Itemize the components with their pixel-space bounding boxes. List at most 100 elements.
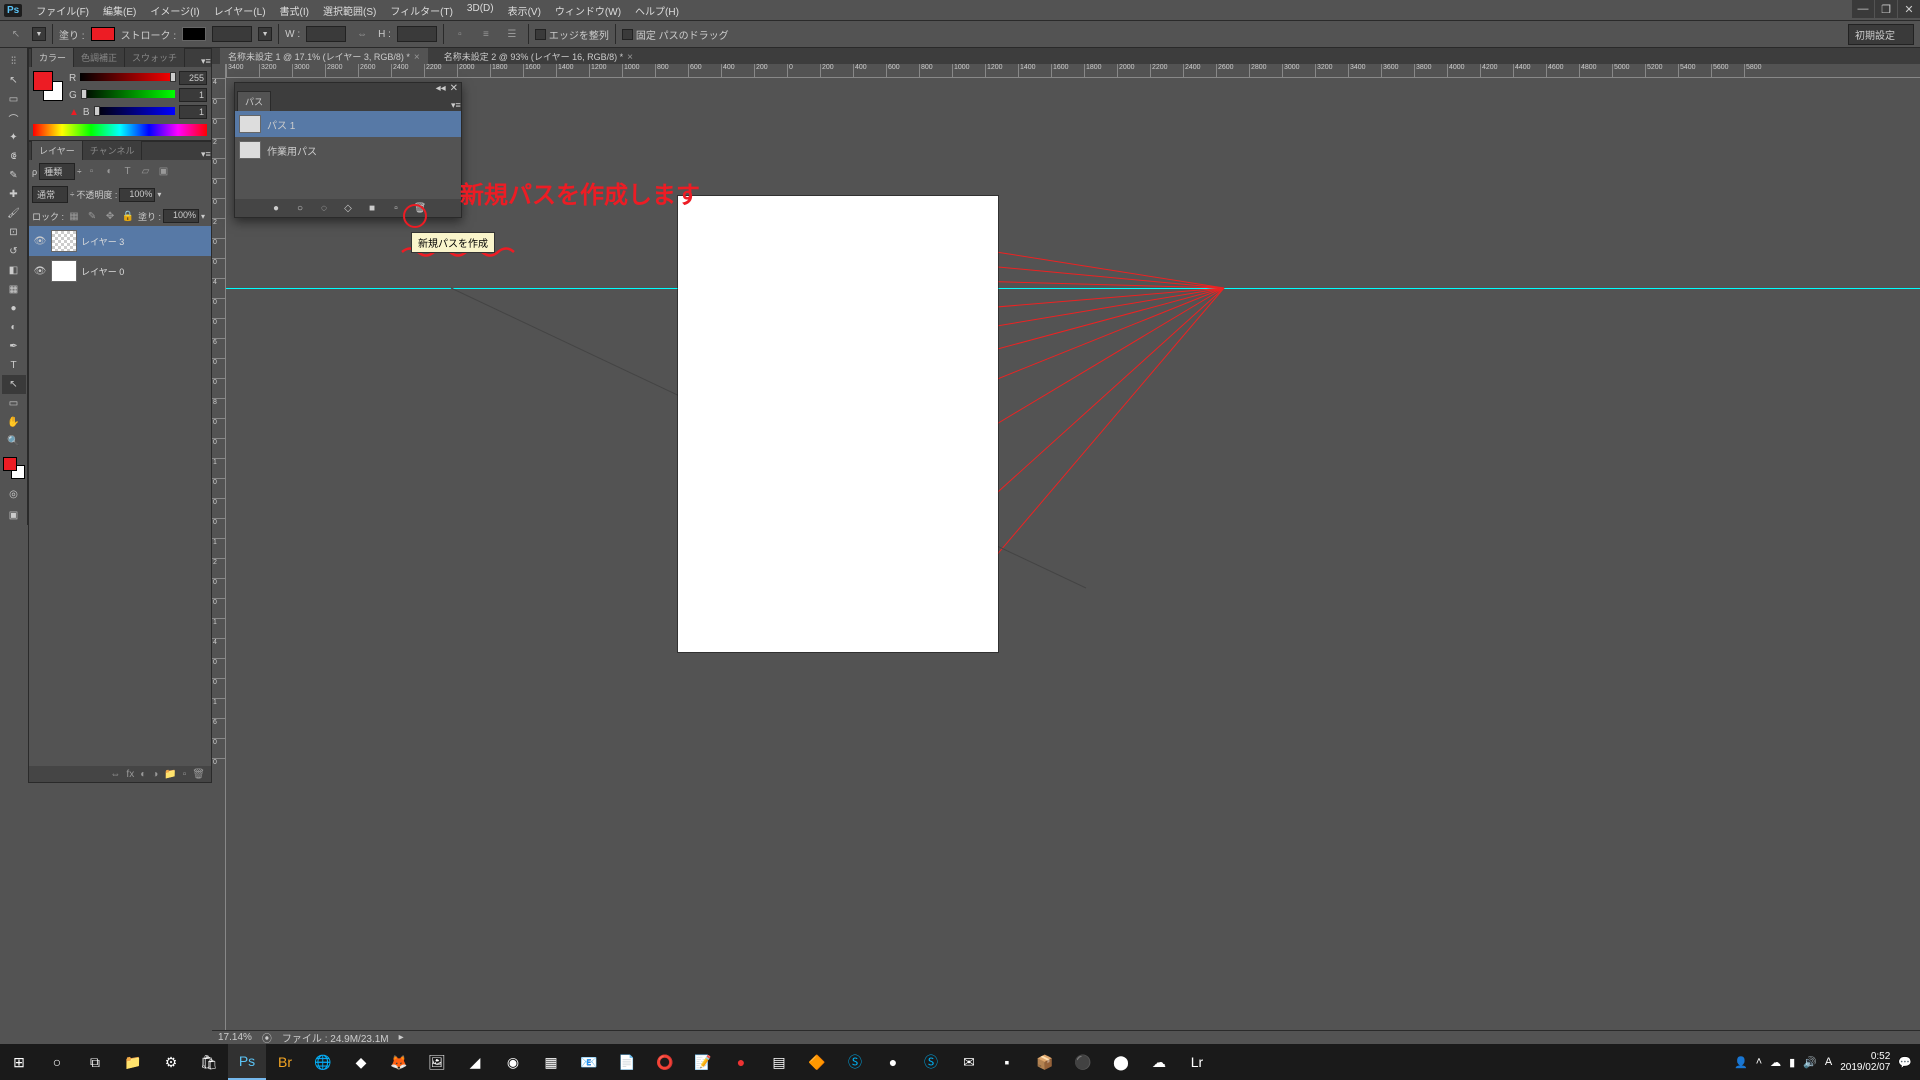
eyedropper-tool[interactable]: ✎ [2,166,26,185]
wand-tool[interactable]: ✦ [2,128,26,147]
close-button[interactable]: ✕ [1898,0,1920,18]
hue-bar[interactable] [33,124,207,136]
store-icon[interactable]: 🛍 [190,1044,228,1080]
menu-item[interactable]: 編集(E) [97,0,142,21]
shape-tool[interactable]: ▭ [2,394,26,413]
fill-path-icon[interactable]: ● [269,203,283,214]
cortana-icon[interactable]: ○ [38,1044,76,1080]
screenmode-icon[interactable]: ▣ [2,506,26,525]
photoshop-taskbar-icon[interactable]: Ps [228,1044,266,1080]
quickmask-icon[interactable]: ◎ [2,485,26,504]
doc-tab[interactable]: 名称未設定 1 @ 17.1% (レイヤー 3, RGB/8) *× [220,48,428,65]
pen-tool[interactable]: ✒ [2,337,26,356]
mask-path-icon[interactable]: ■ [365,203,379,214]
tab-color[interactable]: カラー [31,47,74,67]
lock-all-icon[interactable]: 🔒 [120,209,136,223]
mask-icon[interactable]: ◐ [140,769,146,780]
clock[interactable]: 0:52 2019/02/07 [1840,1051,1890,1073]
arrange-icon[interactable]: ☰ [502,24,522,44]
skype1-icon[interactable]: Ⓢ [836,1044,874,1080]
type-tool[interactable]: T [2,356,26,375]
edge-icon[interactable]: 🌐 [304,1044,342,1080]
people-icon[interactable]: 👤 [1734,1056,1748,1069]
mail-icon[interactable]: ✉ [950,1044,988,1080]
layer-thumbnail[interactable] [51,230,77,252]
dodge-tool[interactable]: ◐ [2,318,26,337]
tab-layers[interactable]: レイヤー [31,140,83,160]
panel-color-swatches[interactable] [33,71,63,101]
jp-icon[interactable]: ● [874,1044,912,1080]
status-arrow-icon[interactable]: ⦿ [262,1030,272,1045]
onedrive-icon[interactable]: ☁ [1770,1056,1781,1069]
photos-icon[interactable]: 🖼 [418,1044,456,1080]
bridge-taskbar-icon[interactable]: Br [266,1044,304,1080]
doc-tab[interactable]: 名称未設定 2 @ 93% (レイヤー 16, RGB/8) *× [436,48,641,65]
tab-channels[interactable]: チャンネル [82,140,143,160]
menu-item[interactable]: 書式(I) [274,0,315,21]
ruler-horizontal[interactable]: 3400320030002800260024002200200018001600… [226,64,1920,78]
notification-icon[interactable]: 💬 [1898,1056,1912,1069]
g-value[interactable]: 1 [179,88,207,102]
app12-icon[interactable]: ⬤ [1102,1044,1140,1080]
explorer-icon[interactable]: 📁 [114,1044,152,1080]
filter-type-icon[interactable]: T [120,165,136,179]
menu-item[interactable]: イメージ(I) [144,0,205,21]
visibility-icon[interactable]: 👁 [33,266,47,277]
layer-thumbnail[interactable] [51,260,77,282]
app6-icon[interactable]: 📄 [608,1044,646,1080]
delete-layer-icon[interactable]: 🗑 [192,769,205,780]
healing-tool[interactable]: ✚ [2,185,26,204]
tray-chevron-icon[interactable]: ˄ [1756,1056,1762,1068]
adjustment-icon[interactable]: ◑ [152,769,158,780]
new-layer-icon[interactable]: ▫ [183,769,187,780]
menu-item[interactable]: ファイル(F) [30,0,95,21]
b-value[interactable]: 1 [179,105,207,119]
panel-menu-icon[interactable]: ▾≡ [451,100,461,111]
lock-trans-icon[interactable]: ▦ [66,209,82,223]
stroke-width-input[interactable] [212,26,252,42]
fx-icon[interactable]: fx [126,769,134,780]
app3-icon[interactable]: ◉ [494,1044,532,1080]
filter-smart-icon[interactable]: ▣ [156,165,172,179]
crop-tool[interactable]: ⟃ [2,147,26,166]
app10-icon[interactable]: 📦 [1026,1044,1064,1080]
ime-icon[interactable]: A [1825,1056,1832,1068]
lock-pos-icon[interactable]: ✥ [102,209,118,223]
link-icon[interactable]: ⇔ [352,24,372,44]
delete-path-icon[interactable]: 🗑 [413,203,427,214]
layer-item[interactable]: 👁レイヤー 3 [29,226,211,256]
chrome-icon[interactable]: ⭕ [646,1044,684,1080]
stroke-swatch[interactable] [182,27,206,41]
skype2-icon[interactable]: Ⓢ [912,1044,950,1080]
path-thumbnail[interactable] [239,115,261,133]
blend-mode-select[interactable]: 通常 [32,186,68,203]
start-button[interactable]: ⊞ [0,1044,38,1080]
filter-adjust-icon[interactable]: ◐ [102,165,118,179]
menu-item[interactable]: 表示(V) [502,0,547,21]
lasso-tool[interactable]: ⌒ [2,109,26,128]
path-select-tool[interactable]: ↖ [2,375,26,394]
path-thumbnail[interactable] [239,141,261,159]
close-panel-icon[interactable]: ✕ [450,83,458,94]
menu-item[interactable]: ウィンドウ(W) [549,0,627,21]
ruler-vertical[interactable]: 40020002004006008001000120014001600 [212,64,226,1050]
menu-item[interactable]: 選択範囲(S) [317,0,382,21]
gradient-tool[interactable]: ▦ [2,280,26,299]
width-input[interactable] [306,26,346,42]
app-icon[interactable]: ⚙ [152,1044,190,1080]
taskview-icon[interactable]: ⧉ [76,1044,114,1080]
color-swatches[interactable] [3,457,25,479]
r-slider[interactable] [80,73,175,83]
r-value[interactable]: 255 [179,71,207,85]
g-slider[interactable] [81,90,175,100]
tab-paths[interactable]: パス [237,91,271,111]
eraser-tool[interactable]: ◧ [2,261,26,280]
notepad-icon[interactable]: 📝 [684,1044,722,1080]
app7-icon[interactable]: ▤ [760,1044,798,1080]
stroke-path-icon[interactable]: ○ [293,203,307,214]
align-edges-checkbox[interactable] [535,29,546,40]
network-icon[interactable]: ▮ [1789,1056,1795,1069]
path-name[interactable]: パス 1 [267,117,295,132]
height-input[interactable] [397,26,437,42]
menu-item[interactable]: ヘルプ(H) [629,0,685,21]
